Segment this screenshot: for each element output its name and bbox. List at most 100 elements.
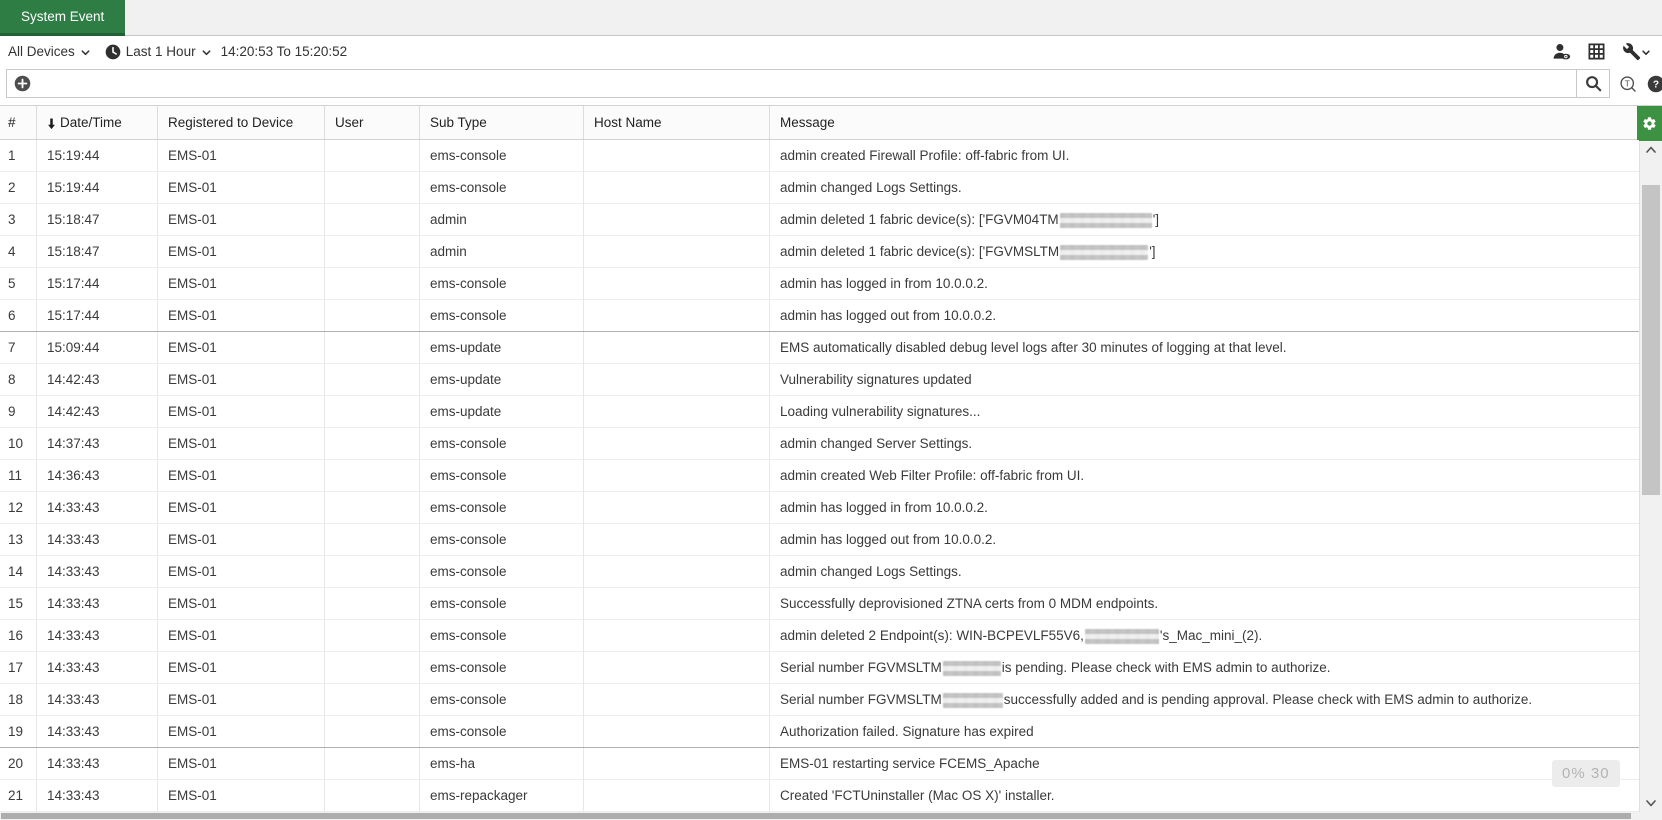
vertical-scrollbar[interactable] [1639,141,1662,812]
admin-profile-icon[interactable] [1552,42,1571,61]
cell-time: 14:33:43 [37,588,158,619]
cell-host [584,428,770,459]
svg-text:T: T [1625,78,1631,88]
add-filter-icon[interactable] [14,75,31,92]
cell-message: admin deleted 2 Endpoint(s): WIN-BCPEVLF… [770,620,1639,651]
cell-subtype: ems-console [420,268,584,299]
column-header-subtype[interactable]: Sub Type [420,106,584,139]
cell-time: 15:09:44 [37,332,158,363]
table-row[interactable]: 615:17:44EMS-01ems-consoleadmin has logg… [0,300,1639,332]
cell-num: 15 [0,588,37,619]
vertical-scroll-thumb[interactable] [1642,185,1660,495]
cell-device: EMS-01 [158,780,325,811]
table-row[interactable]: 1014:37:43EMS-01ems-consoleadmin changed… [0,428,1639,460]
table-row[interactable]: 1214:33:43EMS-01ems-consoleadmin has log… [0,492,1639,524]
table-row[interactable]: 914:42:43EMS-01ems-updateLoading vulnera… [0,396,1639,428]
table-row[interactable]: 814:42:43EMS-01ems-updateVulnerability s… [0,364,1639,396]
table-row[interactable]: 2114:33:43EMS-01ems-repackagerCreated 'F… [0,780,1639,812]
cell-subtype: ems-ha [420,748,584,779]
column-header-time[interactable]: Date/Time [37,106,158,139]
cell-time: 15:19:44 [37,172,158,203]
time-filter-dropdown[interactable]: Last 1 Hour [105,44,212,60]
tab-system-event[interactable]: System Event [0,0,125,36]
cell-user [325,588,420,619]
cell-num: 9 [0,396,37,427]
cell-device: EMS-01 [158,364,325,395]
loading-progress-badge: 0% 30 [1552,760,1620,787]
cell-host [584,684,770,715]
cell-host [584,460,770,491]
table-row[interactable]: 1914:33:43EMS-01ems-consoleAuthorization… [0,716,1639,748]
table-view-icon[interactable] [1587,42,1606,61]
chevron-down-icon [201,47,212,58]
cell-time: 14:33:43 [37,780,158,811]
cell-subtype: admin [420,236,584,267]
cell-num: 17 [0,652,37,683]
table-row[interactable]: 315:18:47EMS-01adminadmin deleted 1 fabr… [0,204,1639,236]
column-settings-button[interactable] [1637,106,1662,141]
redacted-text [943,661,1001,676]
column-header-label: Host Name [594,115,662,130]
tools-wrench-dropdown[interactable] [1622,42,1652,61]
cell-time: 14:33:43 [37,492,158,523]
cell-device: EMS-01 [158,236,325,267]
column-header-label: User [335,115,364,130]
cell-subtype: ems-console [420,460,584,491]
cell-message: Vulnerability signatures updated [770,364,1639,395]
cell-device: EMS-01 [158,556,325,587]
cell-user [325,460,420,491]
column-header-device[interactable]: Registered to Device [158,106,325,139]
cell-time: 15:17:44 [37,300,158,331]
scroll-up-arrow-icon[interactable] [1640,141,1662,159]
text-search-icon[interactable]: T [1619,75,1637,93]
cell-host [584,236,770,267]
cell-user [325,300,420,331]
search-button[interactable] [1576,70,1609,97]
help-icon[interactable]: ? [1647,75,1662,93]
cell-message: admin has logged in from 10.0.0.2. [770,268,1639,299]
horizontal-scrollbar[interactable] [0,812,1662,820]
device-filter-dropdown[interactable]: All Devices [8,44,91,59]
cell-num: 13 [0,524,37,555]
cell-time: 14:33:43 [37,556,158,587]
table-row[interactable]: 1314:33:43EMS-01ems-consoleadmin has log… [0,524,1639,556]
column-header-host[interactable]: Host Name [584,106,770,139]
table-row[interactable]: 1414:33:43EMS-01ems-consoleadmin changed… [0,556,1639,588]
column-header-user[interactable]: User [325,106,420,139]
table-row[interactable]: 115:19:44EMS-01ems-consoleadmin created … [0,140,1639,172]
cell-host [584,556,770,587]
horizontal-scroll-thumb[interactable] [1,813,1631,819]
table-row[interactable]: 1814:33:43EMS-01ems-consoleSerial number… [0,684,1639,716]
table-row[interactable]: 1514:33:43EMS-01ems-consoleSuccessfully … [0,588,1639,620]
cell-time: 15:18:47 [37,236,158,267]
column-header-message[interactable]: Message [770,106,1637,139]
table-row[interactable]: 1114:36:43EMS-01ems-consoleadmin created… [0,460,1639,492]
cell-num: 12 [0,492,37,523]
column-header-num[interactable]: # [0,106,37,139]
cell-user [325,172,420,203]
cell-message: admin changed Logs Settings. [770,556,1639,587]
cell-message: admin has logged in from 10.0.0.2. [770,492,1639,523]
table-header: #Date/TimeRegistered to Device User Sub Ty… [0,105,1662,140]
cell-message: EMS-01 restarting service FCEMS_Apache [770,748,1639,779]
table-row[interactable]: 215:19:44EMS-01ems-consoleadmin changed … [0,172,1639,204]
table-row[interactable]: 1614:33:43EMS-01ems-consoleadmin deleted… [0,620,1639,652]
cell-host [584,588,770,619]
cell-message: admin created Web Filter Profile: off-fa… [770,460,1639,491]
redacted-text [943,693,1003,708]
search-input[interactable] [38,70,1576,97]
cell-subtype: ems-console [420,684,584,715]
table-row[interactable]: 2014:33:43EMS-01ems-haEMS-01 restarting … [0,748,1639,780]
cell-subtype: ems-console [420,172,584,203]
cell-user [325,652,420,683]
table-row[interactable]: 1714:33:43EMS-01ems-consoleSerial number… [0,652,1639,684]
scroll-down-arrow-icon[interactable] [1640,794,1662,812]
table-body: 115:19:44EMS-01ems-consoleadmin created … [0,140,1639,812]
table-row[interactable]: 515:17:44EMS-01ems-consoleadmin has logg… [0,268,1639,300]
table-row[interactable]: 715:09:44EMS-01ems-updateEMS automatical… [0,332,1639,364]
cell-num: 20 [0,748,37,779]
cell-time: 14:33:43 [37,684,158,715]
cell-num: 16 [0,620,37,651]
cell-host [584,204,770,235]
table-row[interactable]: 415:18:47EMS-01adminadmin deleted 1 fabr… [0,236,1639,268]
